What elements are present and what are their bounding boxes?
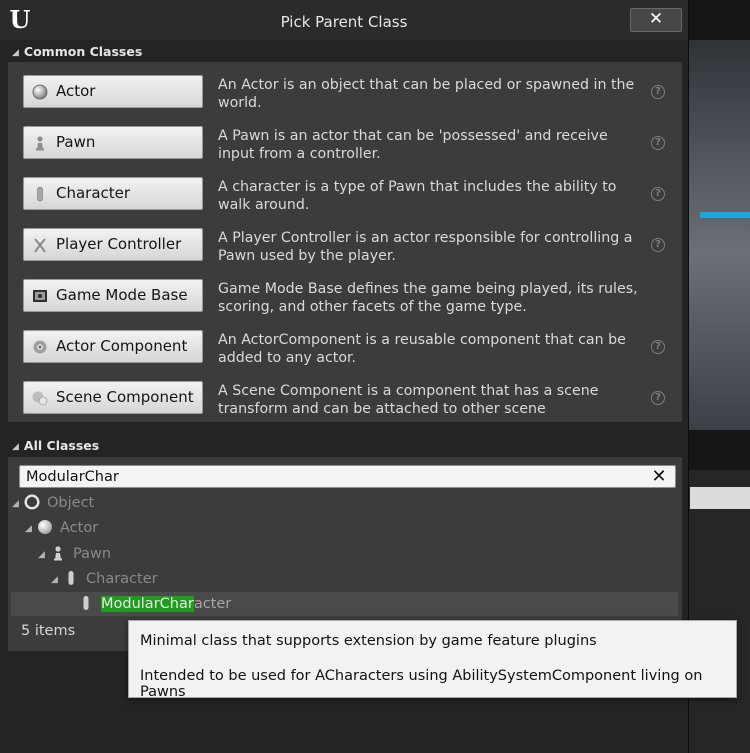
common-classes-panel: Actor An Actor is an object that can be … — [8, 62, 682, 422]
background-viewport — [688, 40, 750, 430]
character-button[interactable]: Character — [23, 177, 203, 210]
character-icon — [37, 186, 43, 202]
background-details-panel — [688, 470, 750, 753]
expand-arrow-icon[interactable]: ◢ — [25, 517, 37, 541]
tree-item-character[interactable]: ◢ Character — [51, 567, 158, 591]
pawn-button[interactable]: Pawn — [23, 126, 203, 159]
help-icon[interactable]: ? — [651, 136, 665, 150]
class-row-character: Character A character is a type of Pawn … — [8, 168, 682, 219]
common-classes-header[interactable]: ◢ Common Classes — [8, 42, 682, 62]
class-row-scene-component: Scene Component A Scene Component is a c… — [8, 372, 682, 423]
class-row-pawn: Pawn A Pawn is an actor that can be 'pos… — [8, 117, 682, 168]
class-description: Game Mode Base defines the game being pl… — [218, 281, 638, 315]
tooltip-line-1: Minimal class that supports extension by… — [140, 633, 597, 649]
class-description: An Actor is an object that can be placed… — [218, 77, 635, 111]
class-search-box[interactable]: ✕ — [19, 465, 676, 488]
player-controller-button[interactable]: Player Controller — [23, 228, 203, 261]
class-description: A Pawn is an actor that can be 'possesse… — [218, 128, 608, 162]
tree-item-object[interactable]: ◢ Object — [12, 491, 94, 515]
class-description: A character is a type of Pawn that inclu… — [218, 179, 617, 213]
tree-item-label: Actor — [60, 520, 99, 536]
actor-component-button[interactable]: Actor Component — [23, 330, 203, 363]
class-description: A Player Controller is an actor responsi… — [218, 230, 633, 264]
class-row-player-controller: Player Controller A Player Controller is… — [8, 219, 682, 270]
tree-item-actor[interactable]: ◢ Actor — [25, 516, 98, 540]
button-label: Pawn — [56, 133, 96, 151]
character-icon — [83, 596, 89, 610]
sphere-icon — [32, 84, 48, 100]
section-title: Common Classes — [23, 44, 143, 59]
button-label: Character — [56, 184, 131, 202]
expand-arrow-icon[interactable]: ◢ — [12, 492, 24, 516]
section-title: All Classes — [23, 438, 100, 453]
object-icon — [24, 494, 40, 510]
background-panel-strip — [690, 487, 750, 509]
class-row-actor: Actor An Actor is an object that can be … — [8, 66, 682, 117]
help-icon[interactable]: ? — [651, 340, 665, 354]
expand-arrow-icon[interactable]: ◢ — [51, 568, 63, 592]
search-match-highlight: ModularChar — [101, 596, 194, 612]
tree-item-label: Object — [47, 495, 95, 511]
title-bar[interactable]: U Pick Parent Class ✕ — [0, 0, 688, 40]
controller-icon — [34, 238, 46, 253]
button-label: Actor — [56, 82, 96, 100]
tooltip-line-2: Intended to be used for ACharacters usin… — [140, 668, 703, 700]
pawn-icon — [54, 546, 62, 561]
class-description: A Scene Component is a component that ha… — [218, 383, 599, 417]
help-icon[interactable]: ? — [651, 238, 665, 252]
button-label: Actor Component — [56, 337, 188, 355]
tree-item-label: Character — [86, 571, 158, 587]
background-viewport-highlight — [700, 212, 750, 218]
tree-item-pawn[interactable]: ◢ Pawn — [38, 542, 111, 566]
class-row-game-mode-base: Game Mode Base Game Mode Base defines th… — [8, 270, 682, 321]
collapse-arrow-icon: ◢ — [12, 48, 19, 58]
help-icon[interactable]: ? — [651, 187, 665, 201]
button-label: Player Controller — [56, 235, 182, 253]
collapse-arrow-icon: ◢ — [12, 442, 19, 452]
button-label: Scene Component — [56, 388, 194, 406]
game-mode-base-button[interactable]: Game Mode Base — [23, 279, 203, 312]
actor-button[interactable]: Actor — [23, 75, 203, 108]
item-count: 5 items — [21, 623, 76, 639]
scene-component-icon — [32, 391, 48, 406]
class-row-actor-component: Actor Component An ActorComponent is a r… — [8, 321, 682, 372]
close-button[interactable]: ✕ — [630, 8, 682, 32]
tree-item-modular-character[interactable]: ModularCharacter — [78, 592, 231, 616]
expand-arrow-icon[interactable]: ◢ — [38, 543, 50, 567]
character-icon — [68, 571, 74, 585]
help-icon[interactable]: ? — [651, 85, 665, 99]
class-description: An ActorComponent is a reusable componen… — [218, 332, 626, 366]
tree-item-label: Pawn — [73, 546, 112, 562]
sphere-icon — [38, 520, 52, 534]
button-label: Game Mode Base — [56, 286, 188, 304]
tree-item-label-rest: acter — [193, 596, 232, 612]
class-search-input[interactable] — [20, 466, 646, 487]
dialog-title: Pick Parent Class — [280, 13, 408, 31]
class-tooltip: Minimal class that supports extension by… — [128, 620, 737, 700]
component-icon — [33, 340, 47, 354]
help-icon[interactable]: ? — [651, 391, 665, 405]
game-mode-icon — [33, 290, 47, 302]
scene-component-button[interactable]: Scene Component — [23, 381, 203, 414]
all-classes-header[interactable]: ◢ All Classes — [8, 436, 682, 456]
clear-search-button[interactable]: ✕ — [648, 467, 670, 487]
pawn-icon — [36, 136, 44, 151]
